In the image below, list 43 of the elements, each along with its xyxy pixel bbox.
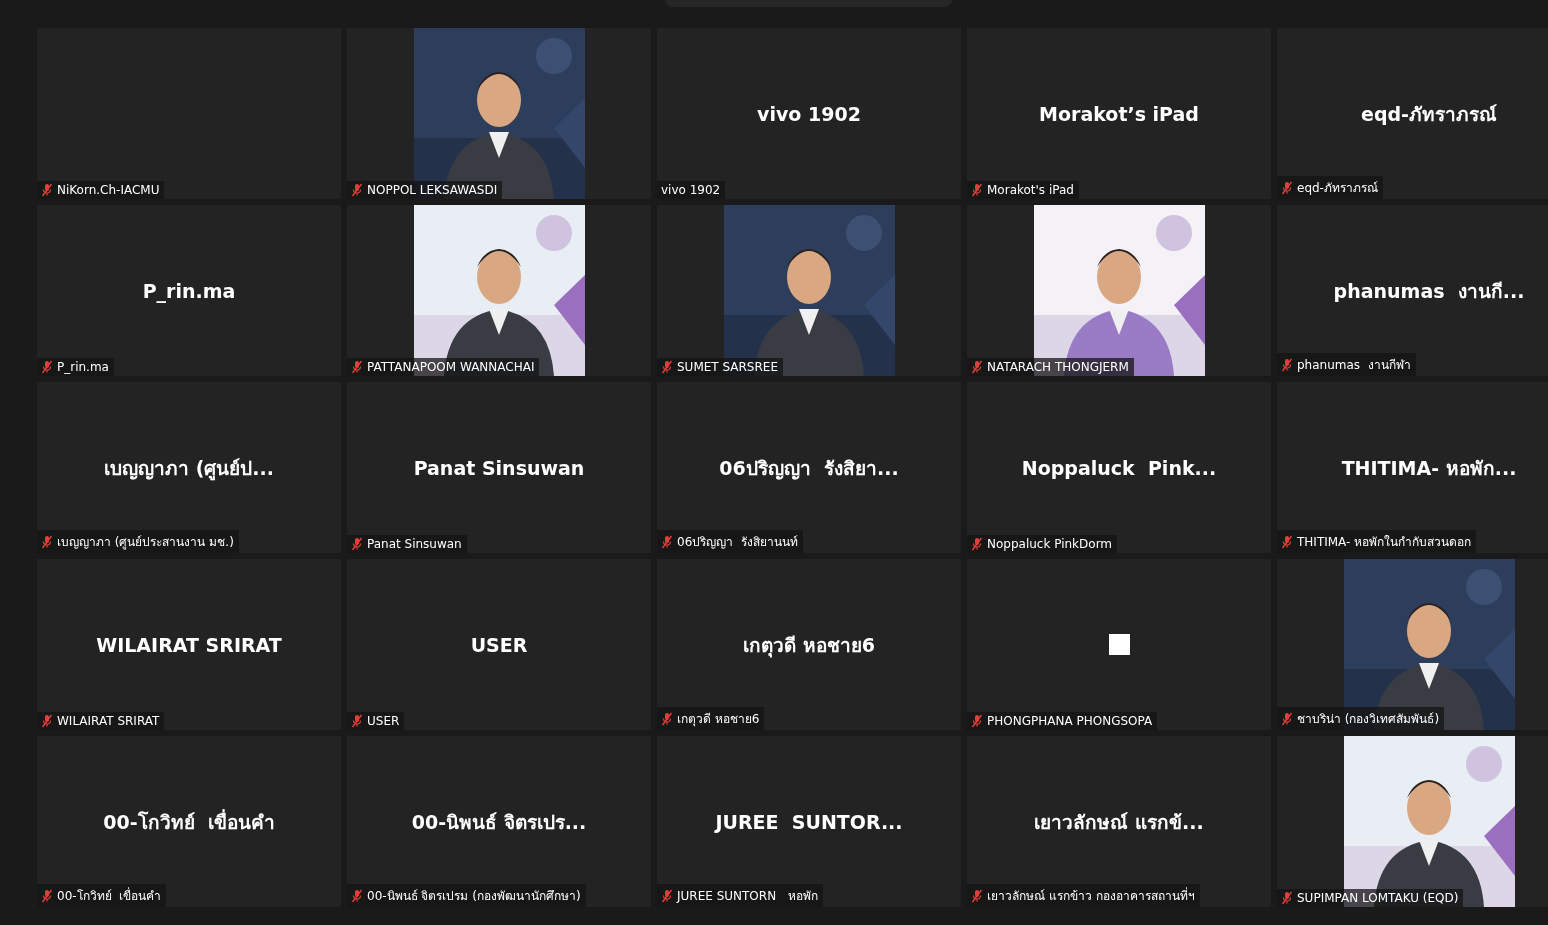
participant-name: เกตุวดี หอชาย6 (743, 632, 875, 660)
participant-name: P_rin.ma (142, 279, 236, 302)
participant-label: เกตุวดี หอชาย6 (677, 711, 760, 728)
participant-label: 00-โกวิทย์ เขื่อนคำ (57, 886, 162, 905)
participant-label: 06ปริญญา รังสิยานนท์ (677, 534, 798, 551)
participant-label: ชาบริน่า (กองวิเทศสัมพันธ์) (1297, 711, 1440, 728)
participant-label: NiKorn.Ch-IACMU (57, 183, 160, 197)
participant-label: NATARACH THONGJERM (987, 360, 1129, 374)
participant-label: เบญญาภา (ศูนย์ประสานงาน มช.) (57, 534, 234, 551)
participant-name: Noppaluck Pink... (1021, 456, 1217, 479)
participant-label: P_rin.ma (57, 360, 109, 374)
participant-label: WILAIRAT SRIRAT (57, 714, 160, 728)
participant-label: เยาวลักษณ์ แรกข้าว กองอาคารสถานที่ฯ (987, 886, 1195, 905)
participant-label: SUPIMPAN LOMTAKU (EQD) (1297, 891, 1459, 905)
participant-label: PATTANAPOOM WANNACHAI (367, 360, 535, 374)
participant-label: vivo 1902 (661, 183, 721, 197)
participant-label: NOPPOL LEKSAWASDI (367, 183, 498, 197)
participant-label: Noppaluck PinkDorm (987, 537, 1113, 551)
participant-name: Panat Sinsuwan (413, 456, 585, 479)
participant-name: phanumas งานกี... (1333, 278, 1525, 304)
placeholder-square (1108, 634, 1130, 655)
participant-label: Panat Sinsuwan (367, 537, 462, 551)
participant-name: เยาวลักษณ์ แรกข้... (1034, 809, 1204, 835)
participant-name: WILAIRAT SRIRAT (96, 633, 282, 656)
participant-label: phanumas งานกีฬา (1297, 357, 1411, 374)
participant-label: THITIMA- หอพักในกำกับสวนดอก (1297, 534, 1472, 551)
participant-label: 00-นิพนธ์ จิตรเปรม (กองพัฒนานักศึกษา) (367, 888, 581, 905)
participant-name: 06ปริญญา รังสิยา... (719, 455, 899, 482)
participant-label: USER (367, 714, 400, 728)
participant-label: PHONGPHANA PHONGSOPA (987, 714, 1153, 728)
participant-name: JUREE SUNTOR... (715, 810, 903, 833)
participant-name: vivo 1902 (757, 102, 861, 125)
participant-name: eqd-ภัทราภรณ์ (1361, 101, 1497, 127)
participant-name: 00-นิพนธ์ จิตรเปร... (411, 809, 587, 835)
participant-label: eqd-ภัทราภรณ์ (1297, 180, 1378, 197)
participant-label: Morakot's iPad (987, 183, 1074, 197)
participant-name: เบญญาภา (ศูนย์ป... (104, 455, 274, 483)
participant-name: THITIMA- หอพัก... (1341, 455, 1517, 481)
participant-name: USER (470, 633, 528, 656)
participant-name: 00-โกวิทย์ เขื่อนคำ (103, 808, 275, 835)
participant-label: JUREE SUNTORN หอพัก (677, 888, 818, 905)
participant-name: Morakot’s iPad (1039, 102, 1199, 125)
participant-label: SUMET SARSREE (677, 360, 778, 374)
